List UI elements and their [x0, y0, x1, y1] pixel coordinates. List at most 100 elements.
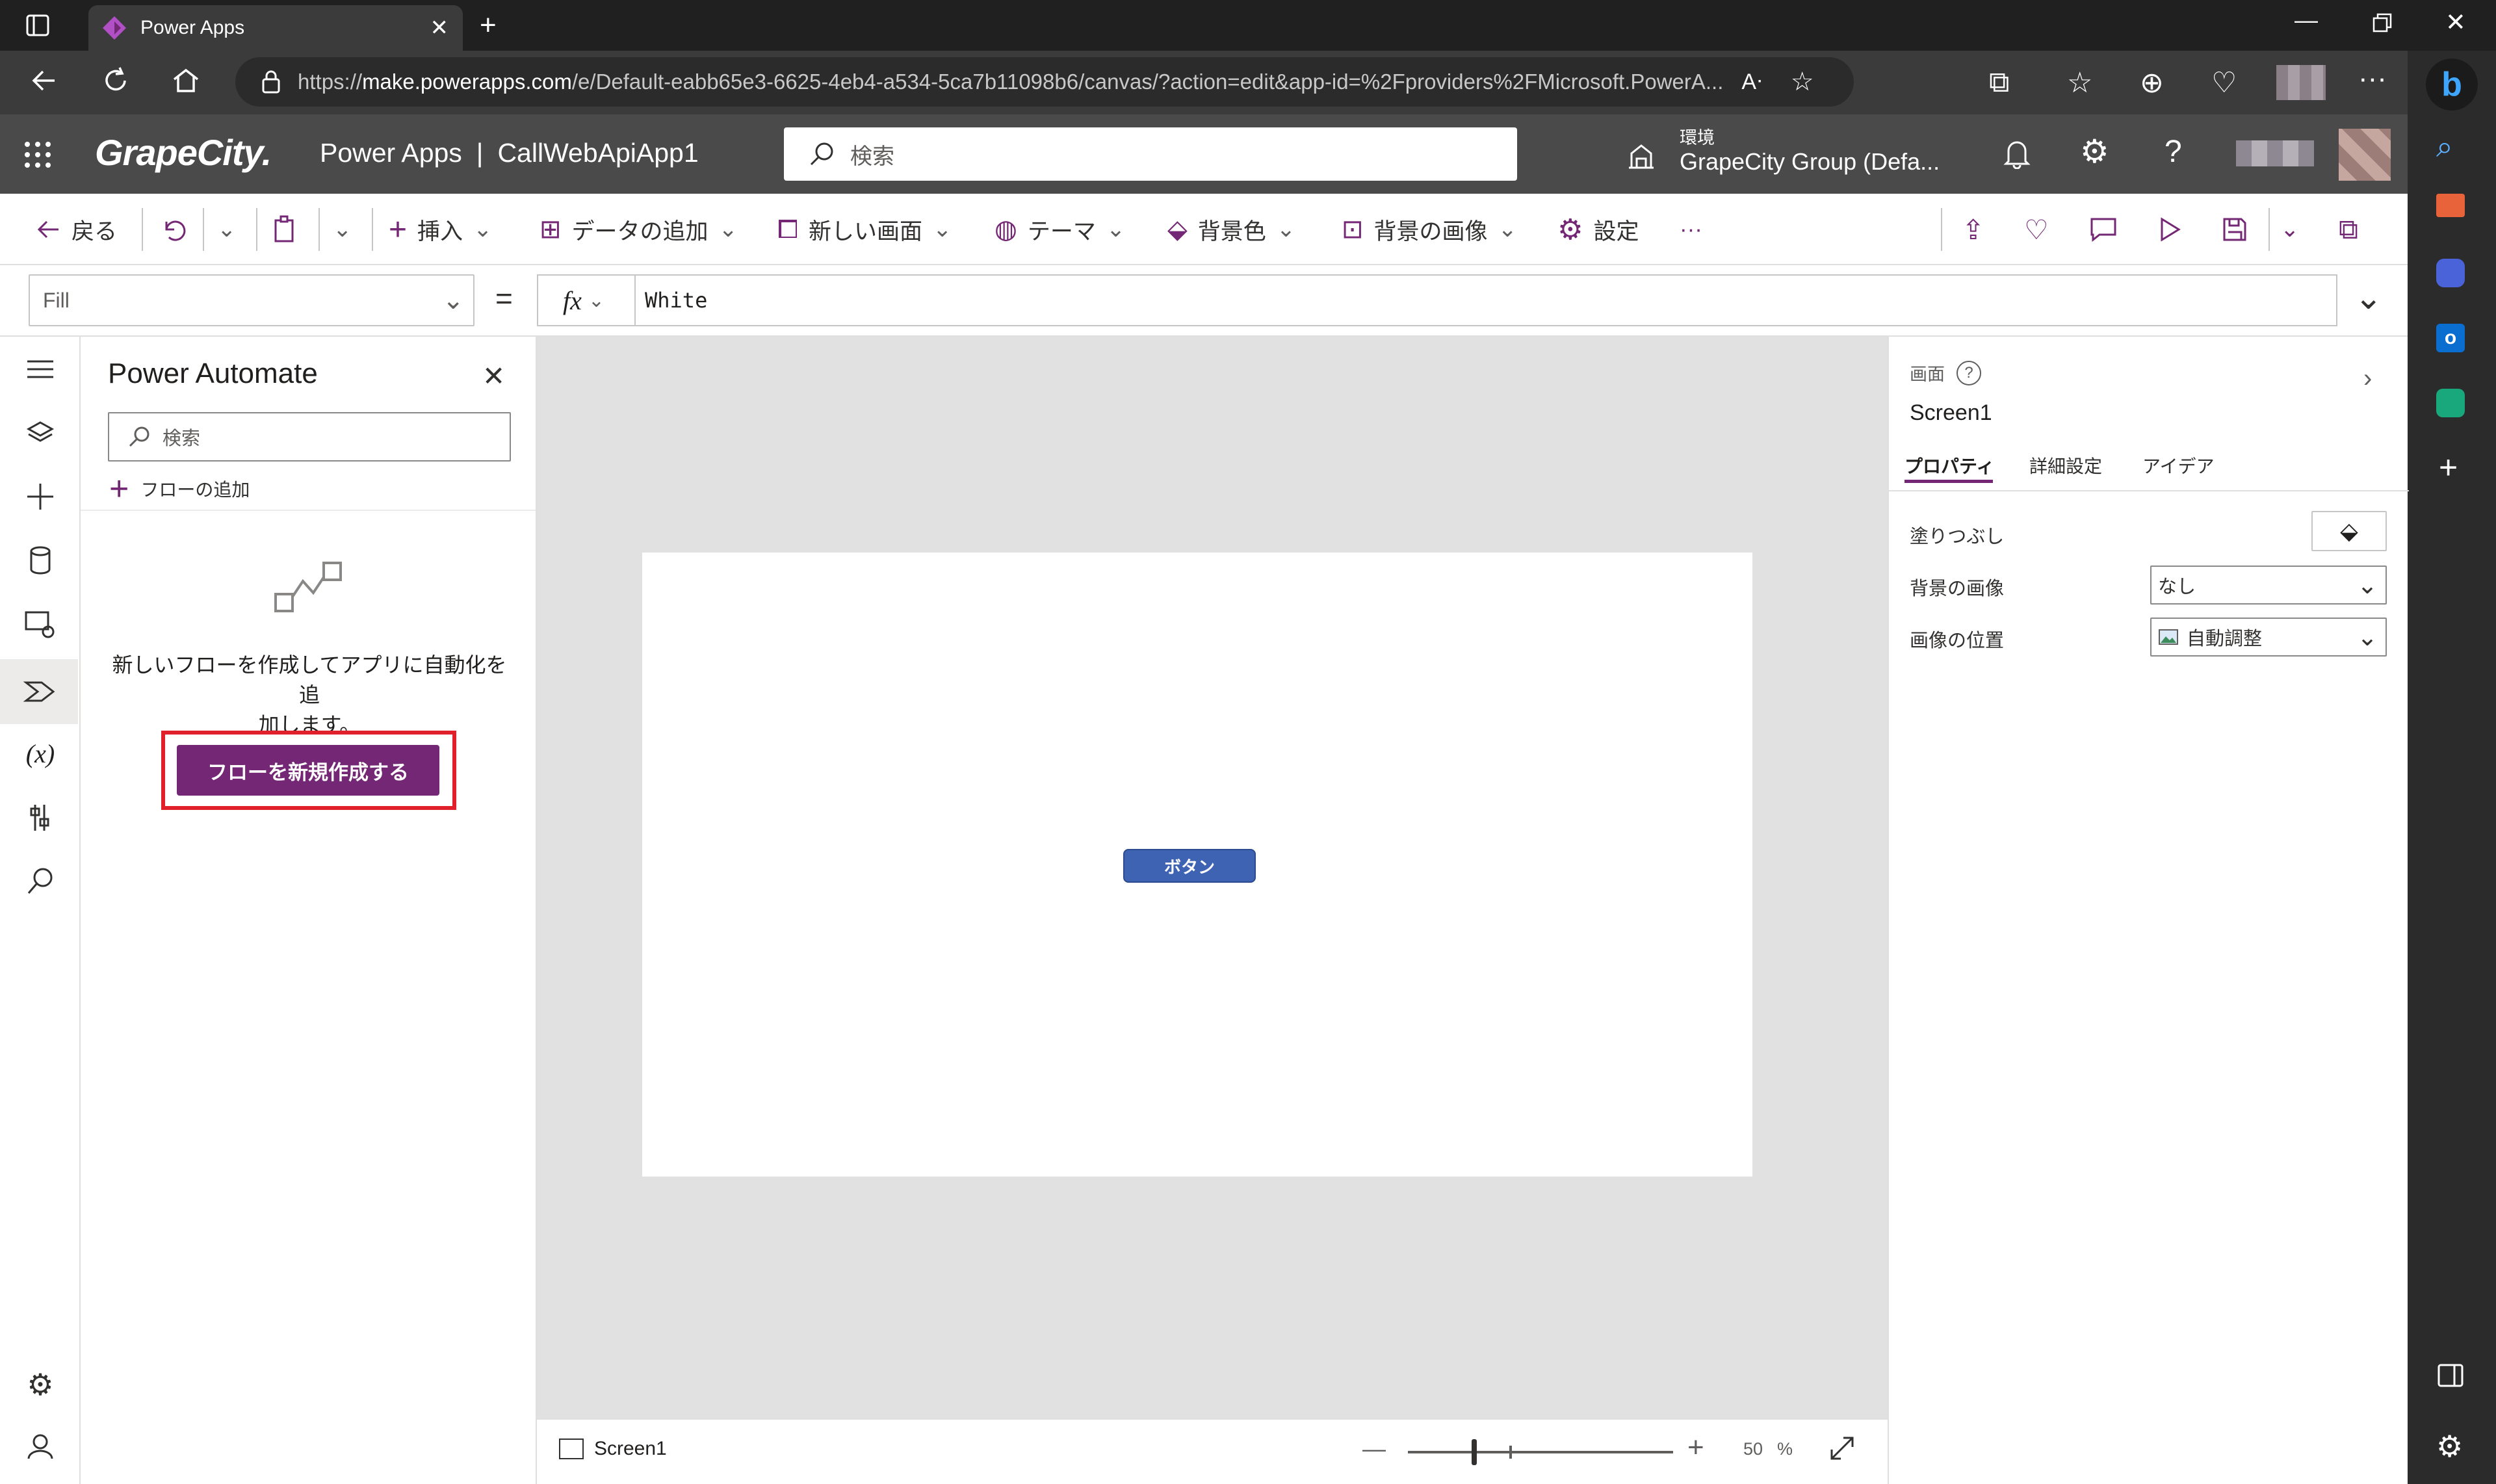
settings-button[interactable]: ⚙ 設定	[1557, 194, 1639, 265]
save-icon[interactable]	[2222, 194, 2248, 265]
zoom-out-icon[interactable]: —	[1362, 1435, 1386, 1463]
new-tab-icon[interactable]: +	[480, 9, 497, 42]
settings-gear-icon[interactable]: ⚙	[2080, 133, 2109, 170]
create-new-flow-button[interactable]: フローを新規作成する	[177, 745, 439, 796]
power-automate-icon[interactable]	[22, 673, 58, 710]
notifications-icon[interactable]	[2003, 138, 2031, 169]
collections-icon[interactable]: ⊕	[2140, 66, 2164, 99]
background-color-button[interactable]: ⬙ 背景色 ⌄	[1167, 194, 1295, 265]
search-icon[interactable]: ⌕	[2436, 129, 2453, 165]
formula-input[interactable]: White	[634, 274, 2337, 326]
flow-connector-icon	[273, 558, 344, 616]
back-icon[interactable]	[29, 65, 60, 96]
user-avatar[interactable]	[2339, 129, 2391, 181]
bing-icon[interactable]: b	[2426, 59, 2478, 111]
favorites-icon[interactable]: ☆	[2067, 66, 2092, 99]
publish-icon[interactable]: ⧉	[2339, 194, 2358, 265]
add-sidebar-app-icon[interactable]: +	[2439, 449, 2458, 486]
tab-ideas[interactable]: アイデア	[2142, 452, 2215, 478]
panel-close-icon[interactable]: ✕	[482, 360, 505, 392]
tab-actions-icon[interactable]	[26, 14, 49, 36]
sidebar-settings-icon[interactable]: ⚙	[2436, 1429, 2463, 1464]
app-launcher-icon[interactable]	[23, 140, 52, 169]
theme-label: テーマ	[1027, 218, 1096, 244]
fill-color-picker[interactable]: ⬙	[2311, 511, 2387, 551]
save-menu-chevron-icon[interactable]: ⌄	[2280, 194, 2299, 265]
fit-to-window-icon[interactable]	[1828, 1434, 1856, 1463]
paste-icon[interactable]	[273, 194, 299, 265]
window-close-icon[interactable]: ✕	[2445, 8, 2466, 37]
restore-icon[interactable]	[2372, 13, 2392, 33]
search-rail-icon[interactable]	[22, 863, 58, 900]
expand-formula-chevron-icon[interactable]: ⌄	[2354, 278, 2383, 317]
zoom-in-icon[interactable]: +	[1687, 1431, 1704, 1464]
background-image-dropdown[interactable]: なし ⌄	[2150, 566, 2387, 605]
new-screen-label: 新しい画面	[809, 218, 923, 244]
app-checker-icon[interactable]: ♡	[2024, 194, 2049, 265]
zoom-slider-track[interactable]	[1408, 1451, 1673, 1453]
help-icon[interactable]: ?	[2164, 134, 2182, 170]
bg-image-label: 背景の画像	[1373, 218, 1488, 244]
back-button[interactable]: 戻る	[35, 194, 117, 265]
more-commands-button[interactable]: ···	[1680, 194, 1702, 265]
environment-name[interactable]: GrapeCity Group (Defa...	[1680, 148, 1940, 176]
flow-search-input[interactable]: 検索	[108, 412, 511, 462]
undo-icon[interactable]	[160, 194, 186, 265]
share-icon[interactable]: ⇪	[1962, 194, 1984, 265]
property-dropdown[interactable]: Fill ⌄	[29, 274, 474, 326]
preview-play-icon[interactable]	[2158, 194, 2181, 265]
outlook-icon[interactable]: o	[2436, 324, 2465, 352]
paste-menu-chevron-icon[interactable]: ⌄	[333, 194, 352, 265]
undo-menu-chevron-icon[interactable]: ⌄	[217, 194, 236, 265]
rail-settings-icon[interactable]: ⚙	[22, 1366, 58, 1403]
command-bar: 戻る ⌄ ⌄ + 挿入 ⌄ ⊞ データの追加 ⌄ ⧠ 新しい画面 ⌄ ◍ テーマ…	[0, 194, 2408, 265]
tab-advanced[interactable]: 詳細設定	[2029, 452, 2102, 478]
formula-text: White	[645, 288, 708, 313]
data-icon[interactable]	[22, 542, 58, 579]
image-position-dropdown[interactable]: 自動調整 ⌄	[2150, 618, 2387, 657]
tools-icon[interactable]	[2436, 194, 2465, 217]
insert-plus-icon[interactable]	[22, 478, 58, 515]
add-flow-button[interactable]: + フローの追加	[109, 472, 250, 506]
profile-avatar[interactable]	[2276, 65, 2326, 100]
image-fit-icon	[2158, 629, 2179, 645]
fx-button[interactable]: fx ⌄	[537, 274, 634, 326]
header-search-input[interactable]: 検索	[784, 127, 1517, 181]
new-screen-button[interactable]: ⧠ 新しい画面 ⌄	[777, 194, 952, 265]
comments-icon[interactable]	[2089, 194, 2118, 265]
advanced-tools-icon[interactable]	[22, 800, 58, 836]
background-image-button[interactable]: ⊡ 背景の画像 ⌄	[1342, 194, 1517, 265]
browser-tab-active[interactable]: Power Apps ✕	[88, 5, 463, 51]
collapse-panel-chevron-icon[interactable]: ›	[2363, 364, 2372, 393]
screen-selector[interactable]: Screen1	[559, 1438, 667, 1460]
more-icon[interactable]: ···	[2358, 62, 2387, 95]
tab-close-icon[interactable]: ✕	[430, 15, 449, 41]
home-icon[interactable]	[170, 65, 202, 96]
canvas-button[interactable]: ボタン	[1123, 849, 1256, 883]
app-name: CallWebApiApp1	[497, 138, 699, 168]
help-circle-icon[interactable]: ?	[1956, 360, 1981, 385]
copilot-icon[interactable]	[2436, 259, 2465, 287]
minimize-icon[interactable]: —	[2294, 7, 2318, 34]
sidebar-panel-icon[interactable]	[2438, 1364, 2464, 1387]
chevron-down-icon: ⌄	[2357, 571, 2378, 599]
chatgpt-icon[interactable]	[2436, 389, 2465, 417]
refresh-icon[interactable]	[100, 65, 131, 96]
hamburger-menu-icon[interactable]	[22, 351, 58, 387]
read-aloud-icon[interactable]: Aᐧ	[1741, 69, 1762, 95]
tab-properties[interactable]: プロパティ	[1904, 452, 1994, 478]
theme-button[interactable]: ◍ テーマ ⌄	[994, 194, 1125, 265]
add-flow-label: フローの追加	[140, 480, 250, 500]
variables-icon[interactable]: (x)	[22, 736, 58, 772]
insert-button[interactable]: + 挿入 ⌄	[389, 194, 492, 265]
add-data-button[interactable]: ⊞ データの追加 ⌄	[540, 194, 738, 265]
url-field[interactable]: https://make.powerapps.com/e/Default-eab…	[235, 57, 1854, 107]
browser-essentials-icon[interactable]: ♡	[2211, 66, 2237, 99]
extensions-icon[interactable]: ⧉	[1989, 66, 2009, 99]
virtual-agent-icon[interactable]	[22, 1429, 58, 1465]
zoom-slider-thumb[interactable]	[1472, 1439, 1477, 1465]
media-icon[interactable]	[22, 606, 58, 642]
tree-view-icon[interactable]	[22, 415, 58, 451]
equals-sign: =	[495, 281, 513, 315]
add-favorite-icon[interactable]: ☆	[1791, 67, 1814, 97]
